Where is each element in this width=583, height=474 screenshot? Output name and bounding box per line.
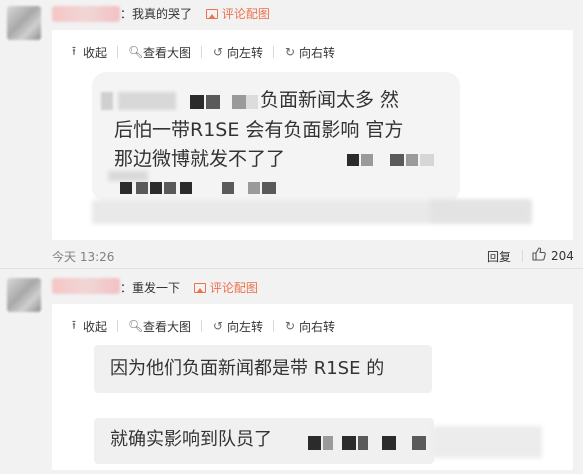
rotate-left-label: 向左转	[227, 319, 264, 334]
mosaic-block	[406, 154, 418, 166]
mosaic-block	[150, 182, 162, 194]
mosaic-block	[222, 182, 234, 194]
mosaic-block	[308, 436, 321, 450]
mosaic-block	[347, 154, 359, 166]
rotate-left-button[interactable]: ↺ 向左转	[212, 44, 263, 61]
picture-icon	[193, 283, 206, 293]
rotate-left-icon: ↺	[213, 319, 224, 333]
comment-body: ：我真的哭了	[120, 7, 193, 21]
comment-image-link[interactable]: 评论配图	[193, 281, 258, 295]
rotate-left-button[interactable]: ↺ 向左转	[212, 318, 263, 335]
collapse-arrow-icon: ⭱	[71, 317, 77, 332]
comment-divider	[0, 268, 583, 269]
toolbar-divider	[273, 46, 275, 58]
toolbar-divider	[273, 320, 275, 332]
thumbs-up-icon	[532, 247, 546, 264]
image-text-line: 就确实影响到队员了	[110, 429, 272, 450]
mosaic-block	[323, 436, 333, 450]
comment-timestamp: 今天 13:26	[52, 250, 115, 264]
image-redaction	[420, 154, 434, 166]
rotate-right-icon: ↻	[285, 45, 296, 59]
avatar[interactable]	[7, 278, 41, 312]
magnifier-icon: 🔍︎	[128, 319, 144, 333]
image-text-line: 那边微博就发不了了	[114, 148, 286, 170]
toolbar-divider	[117, 320, 119, 332]
like-button[interactable]: 204	[532, 247, 574, 264]
toolbar-divider	[201, 46, 203, 58]
image-haze	[432, 426, 542, 458]
comment-image-link-label: 评论配图	[209, 281, 258, 295]
mosaic-block	[390, 154, 404, 166]
rotate-left-label: 向左转	[227, 45, 264, 60]
action-divider	[522, 250, 523, 262]
comment-body: ：重发一下	[120, 281, 181, 295]
comment-image-link-label: 评论配图	[221, 7, 270, 21]
toolbar-divider	[201, 320, 203, 332]
toolbar-divider	[117, 46, 119, 58]
magnifier-icon: 🔍︎	[128, 45, 144, 59]
reply-button[interactable]: 回复	[487, 248, 511, 265]
image-toolbar: ⭱ 收起 🔍︎ 查看大图 ↺ 向左转 ↻ 向右转	[68, 317, 335, 335]
mosaic-block	[358, 436, 368, 450]
mosaic-block	[164, 182, 176, 194]
rotate-left-icon: ↺	[213, 45, 224, 59]
view-large-label: 查看大图	[143, 319, 192, 334]
image-redaction	[108, 171, 148, 181]
mosaic-block	[120, 182, 132, 194]
image-text-line: 后怕一带R1SE 会有负面影响 官方	[114, 119, 404, 141]
collapse-label: 收起	[83, 319, 108, 334]
view-large-label: 查看大图	[143, 45, 192, 60]
image-redaction	[101, 92, 113, 110]
mosaic-block	[412, 436, 426, 450]
rotate-right-icon: ↻	[285, 319, 296, 333]
comment-text: ：我真的哭了 评论配图	[120, 5, 270, 23]
comment-image-link[interactable]: 评论配图	[205, 7, 270, 21]
rotate-right-button[interactable]: ↻ 向右转	[284, 44, 335, 61]
username-blurred[interactable]	[52, 278, 120, 294]
like-count: 204	[551, 248, 574, 263]
image-toolbar: ⭱ 收起 🔍︎ 查看大图 ↺ 向左转 ↻ 向右转	[68, 43, 335, 61]
mosaic-block	[361, 154, 373, 166]
rotate-right-label: 向右转	[299, 319, 336, 334]
mosaic-block	[232, 95, 246, 109]
image-text-line: 负面新闻太多 然	[260, 89, 400, 111]
image-redaction	[118, 92, 176, 110]
mosaic-block	[190, 95, 204, 109]
username-blurred[interactable]	[52, 6, 120, 22]
collapse-arrow-icon: ⭱	[71, 43, 77, 58]
mosaic-block	[180, 182, 192, 194]
collapse-button[interactable]: ⭱ 收起	[68, 316, 107, 337]
view-large-button[interactable]: 🔍︎ 查看大图	[128, 44, 191, 61]
mosaic-block	[382, 436, 396, 450]
rotate-right-button[interactable]: ↻ 向右转	[284, 318, 335, 335]
mosaic-block	[206, 95, 220, 109]
mosaic-block	[248, 182, 260, 194]
mosaic-block	[136, 182, 148, 194]
view-large-button[interactable]: 🔍︎ 查看大图	[128, 318, 191, 335]
image-haze	[430, 200, 530, 222]
mosaic-block	[262, 182, 276, 194]
collapse-label: 收起	[83, 45, 108, 60]
image-text-line: 因为他们负面新闻都是带 R1SE 的	[110, 358, 385, 379]
mosaic-block	[342, 436, 356, 450]
collapse-button[interactable]: ⭱ 收起	[68, 42, 107, 63]
comment-text: ：重发一下 评论配图	[120, 279, 258, 297]
image-redaction	[246, 95, 258, 109]
avatar[interactable]	[7, 6, 41, 40]
rotate-right-label: 向右转	[299, 45, 336, 60]
picture-icon	[205, 9, 218, 19]
